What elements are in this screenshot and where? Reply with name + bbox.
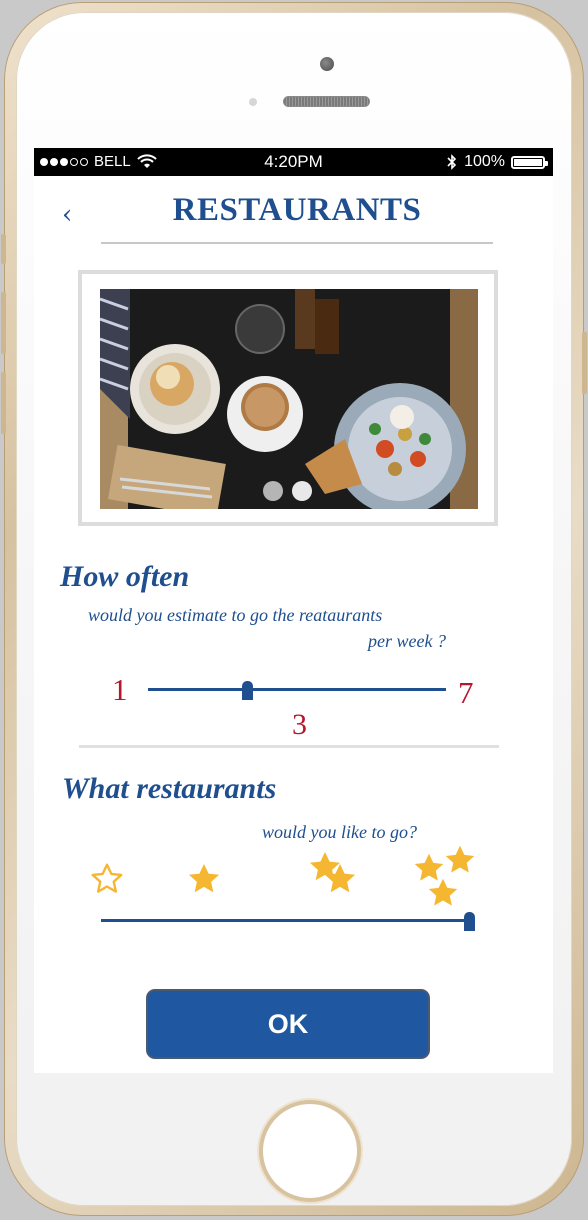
restaurant-food-photo[interactable] — [100, 289, 478, 509]
bluetooth-icon — [447, 154, 457, 170]
restaurant-type-subtitle: would you like to go? — [262, 822, 417, 842]
volume-up-button — [1, 292, 6, 354]
power-button — [582, 332, 587, 394]
volume-down-button — [1, 372, 6, 434]
frequency-value-label: 3 — [292, 708, 307, 741]
proximity-sensor — [249, 98, 257, 106]
frequency-slider-track[interactable] — [148, 688, 446, 691]
section-divider — [79, 745, 499, 748]
ok-button[interactable]: OK — [146, 989, 430, 1059]
star-outline-icon[interactable] — [89, 861, 125, 897]
one-star-icon[interactable] — [185, 860, 223, 898]
frequency-min-label: 1 — [112, 672, 128, 707]
frequency-heading: How often — [60, 560, 190, 593]
title-divider — [101, 242, 493, 244]
status-bar: BELL 4:20PM 100% — [34, 148, 553, 176]
earpiece-speaker — [283, 96, 370, 107]
battery-percent: 100% — [464, 153, 505, 170]
star-icon — [321, 860, 359, 898]
food-photo-illustration — [100, 289, 478, 509]
star-icon — [425, 875, 461, 911]
frequency-max-label: 7 — [458, 675, 474, 710]
restaurant-type-heading: What restaurants — [62, 772, 277, 805]
frequency-subtitle-line2: per week ? — [368, 631, 446, 651]
mute-switch — [1, 234, 6, 264]
restaurant-type-slider-track[interactable] — [101, 919, 469, 922]
back-button[interactable]: ‹ — [62, 200, 72, 230]
front-camera — [320, 57, 334, 71]
page-title: RESTAURANTS — [172, 192, 422, 228]
frequency-subtitle-line1: would you estimate to go the reataurants — [88, 605, 383, 625]
home-button[interactable] — [263, 1104, 357, 1198]
app-screen: BELL 4:20PM 100% ‹ RESTAURANTS How often… — [34, 148, 553, 1073]
carousel-dot-2[interactable] — [292, 481, 312, 501]
carousel-dot-1[interactable] — [263, 481, 283, 501]
restaurant-type-slider-thumb[interactable] — [464, 912, 475, 931]
frequency-slider-thumb[interactable] — [242, 681, 254, 700]
star-icon — [442, 842, 478, 878]
battery-icon — [511, 155, 548, 169]
